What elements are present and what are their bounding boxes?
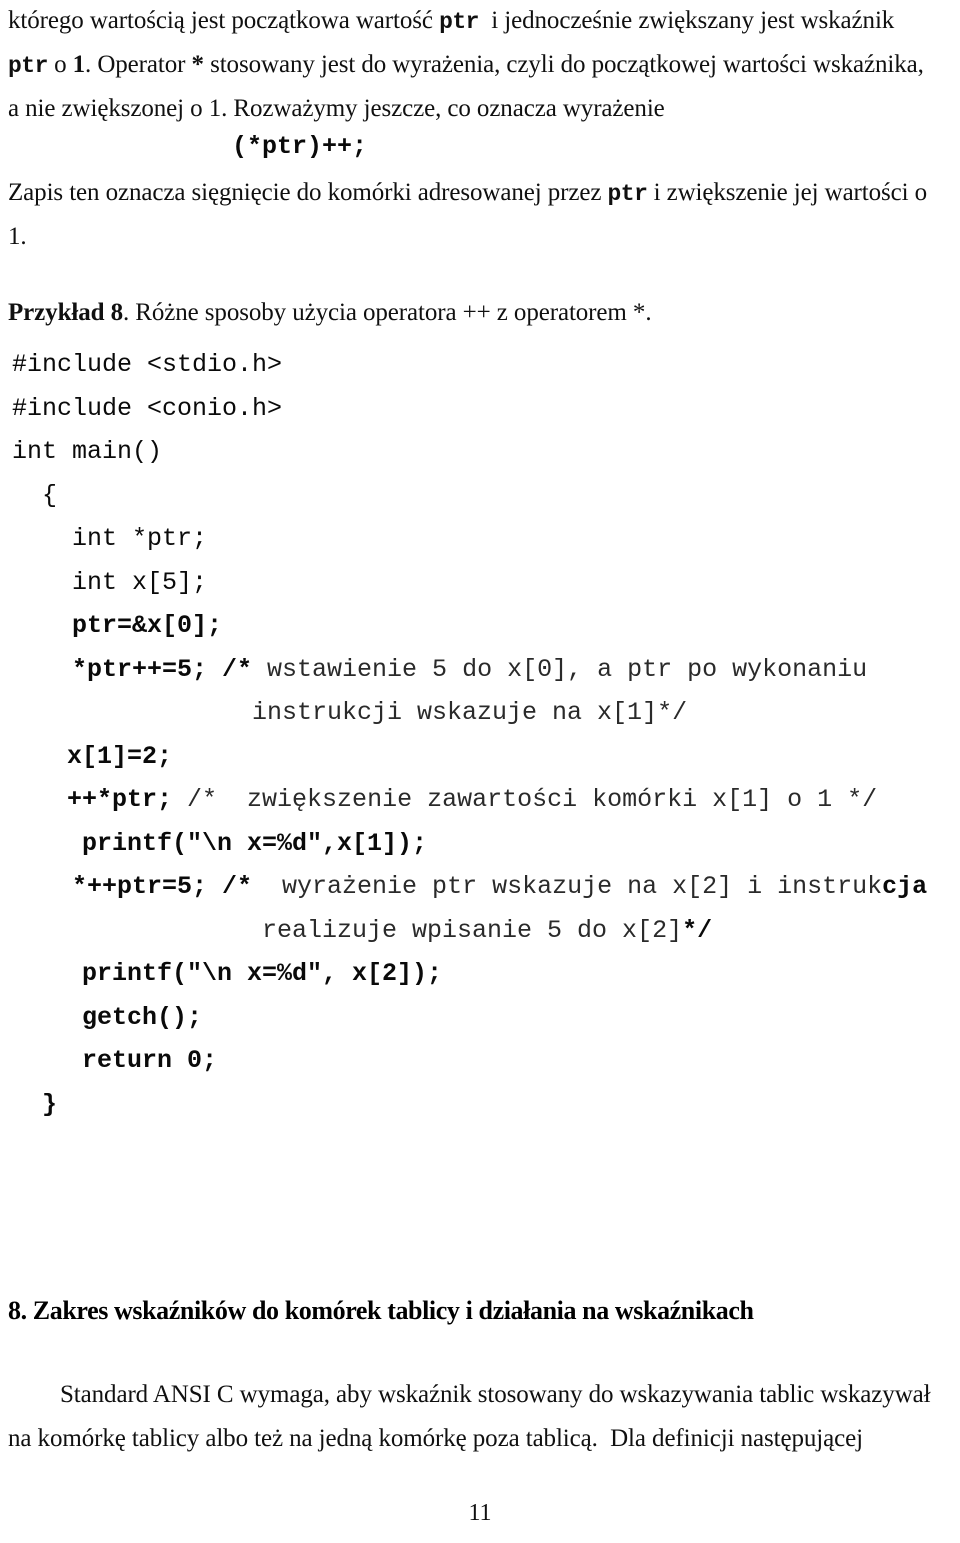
intro-line-2-one: 1 — [72, 51, 86, 78]
code-text: *ptr++=5; /* — [72, 654, 253, 684]
intro-line-1-part-b: i jednocześnie zwiększany jest wskaźnik — [478, 7, 895, 34]
code-comment: /* zwiększenie zawartości komórki x[1] o… — [172, 785, 878, 814]
intro-line-1-ptr: ptr — [439, 9, 479, 35]
code-text: printf("\n x=%d", x[2]); — [82, 959, 443, 988]
code-line: x[1]=2; — [67, 744, 172, 769]
code-line: } — [42, 1092, 57, 1117]
intro-line-4-ptr: ptr — [607, 181, 648, 207]
code-comment: wyrażenie ptr wskazuje na x[2] i instruk — [252, 872, 883, 901]
code-line: #include <conio.h> — [12, 396, 282, 421]
code-line: *ptr++=5; /* wstawienie 5 do x[0], a ptr… — [72, 657, 867, 682]
code-text: int main() — [12, 437, 163, 466]
code-comment-tail: cja — [882, 872, 928, 901]
code-line: int main() — [12, 439, 162, 464]
intro-line-4-part-b: i zwiększenie jej wartości o — [647, 179, 928, 206]
example-label: Przykład 8 — [8, 299, 123, 326]
code-text: #include <conio.h> — [12, 393, 283, 423]
example-caption: Przykład 8. Różne sposoby użycia operato… — [8, 300, 952, 325]
code-line: instrukcji wskazuje na x[1]*/ — [252, 700, 687, 725]
intro-line-5: 1. — [8, 223, 27, 250]
example-caption-plus: ++ — [462, 299, 491, 326]
code-text: *++ptr=5; /* — [72, 872, 253, 901]
code-line: #include <stdio.h> — [12, 352, 282, 377]
code-text: ++*ptr; — [67, 785, 173, 814]
code-line: *++ptr=5; /* wyrażenie ptr wskazuje na x… — [72, 874, 927, 899]
intro-line-1-part-a: którego wartością jest początkowa wartoś… — [8, 7, 440, 34]
intro-line-2-part-a: o — [47, 51, 73, 78]
code-line: int *ptr; — [72, 526, 207, 551]
intro-line-2: ptr o 1. Operator * stosowany jest do wy… — [8, 52, 952, 78]
code-text: int *ptr; — [72, 524, 208, 553]
code-comment: instrukcji wskazuje na x[1]*/ — [252, 698, 688, 727]
code-comment: wstawienie 5 do x[0], a ptr po wykonaniu — [252, 654, 868, 684]
code-line: getch(); — [82, 1005, 202, 1030]
intro-line-4: Zapis ten oznacza sięgnięcie do komórki … — [8, 180, 952, 206]
code-line: return 0; — [82, 1048, 217, 1073]
code-line: { — [42, 483, 57, 508]
intro-line-2-part-b: . Operator — [85, 51, 192, 78]
intro-line-1: którego wartością jest początkowa wartoś… — [8, 8, 952, 34]
code-text: } — [42, 1089, 58, 1119]
example-caption-part-a: . Różne sposoby użycia operatora — [122, 299, 463, 326]
code-comment-tail: */ — [682, 915, 713, 945]
intro-line-2-part-c: stosowany jest do wyrażenia, czyli do po… — [203, 51, 924, 78]
code-text: printf("\n x=%d",x[1]); — [82, 828, 428, 858]
section-heading: 8. Zakres wskaźników do komórek tablicy … — [8, 1296, 754, 1325]
intro-line-2-ptr: ptr — [8, 53, 48, 79]
example-caption-part-c: . — [645, 299, 652, 326]
document-page: którego wartością jest początkowa wartoś… — [0, 0, 960, 1543]
code-text: { — [42, 480, 58, 510]
code-line: printf("\n x=%d", x[2]); — [82, 961, 442, 986]
code-text: ptr=&x[0]; — [72, 611, 223, 640]
intro-expression: (*ptr)++; — [232, 132, 368, 161]
section-paragraph-line-2: na komórkę tablicy albo też na jedną kom… — [8, 1425, 863, 1452]
code-line: int x[5]; — [72, 570, 207, 595]
code-comment: realizuje wpisanie 5 do x[2] — [262, 915, 683, 945]
code-line: ++*ptr; /* zwiększenie zawartości komórk… — [67, 787, 877, 812]
code-text: x[1]=2; — [67, 741, 173, 771]
code-text: return 0; — [82, 1046, 218, 1075]
intro-line-2-star: * — [191, 51, 205, 78]
example-caption-part-b: z operatorem — [490, 299, 633, 326]
code-line: printf("\n x=%d",x[1]); — [82, 831, 427, 856]
code-text: #include <stdio.h> — [12, 350, 283, 379]
intro-line-4-part-a: Zapis ten oznacza sięgnięcie do komórki … — [8, 179, 608, 206]
code-line: realizuje wpisanie 5 do x[2]*/ — [262, 918, 712, 943]
code-text: int x[5]; — [72, 567, 208, 597]
page-number: 11 — [468, 1500, 492, 1526]
intro-line-3: a nie zwiększonej o 1. Rozważymy jeszcze… — [8, 95, 665, 122]
example-caption-star: * — [632, 299, 646, 326]
section-paragraph-line-1: Standard ANSI C wymaga, aby wskaźnik sto… — [60, 1381, 931, 1408]
code-text: getch(); — [82, 1002, 203, 1032]
code-line: ptr=&x[0]; — [72, 613, 222, 638]
